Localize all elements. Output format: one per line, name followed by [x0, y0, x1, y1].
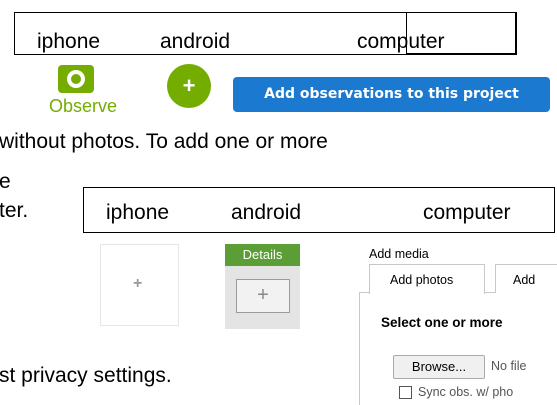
doc-text-line4: st privacy settings. — [0, 364, 172, 387]
android-add-button[interactable]: + — [167, 64, 211, 108]
no-file-label: No file — [491, 359, 527, 373]
camera-icon — [58, 65, 94, 93]
tab-add-other-label: Add — [513, 273, 536, 287]
observe-label: Observe — [49, 96, 118, 116]
top-label-android: android — [160, 30, 231, 53]
iphone-add-photo-box[interactable]: + — [100, 244, 179, 326]
details-add-button[interactable]: + — [236, 279, 290, 313]
sync-label: Sync obs. w/ pho — [418, 385, 514, 399]
plus-icon: + — [133, 275, 143, 292]
mid-label-iphone: iphone — [106, 201, 170, 224]
browse-button[interactable]: Browse... — [393, 355, 485, 379]
top-label-computer: computer — [357, 30, 445, 53]
observe-button[interactable]: Observe — [10, 57, 140, 129]
doc-text-line2: e — [0, 170, 11, 193]
top-label-iphone: iphone — [37, 30, 101, 53]
sync-checkbox[interactable] — [399, 386, 412, 399]
doc-text-line1: without photos. To add one or more — [0, 130, 328, 153]
select-one-or-more-label: Select one or more — [381, 315, 503, 330]
tab-add-other[interactable]: Add — [495, 264, 557, 293]
tab-add-photos-label: Add photos — [390, 273, 454, 287]
mid-label-computer: computer — [423, 201, 511, 224]
mid-label-android: android — [231, 201, 302, 224]
add-observations-button[interactable]: Add observations to this project — [233, 77, 550, 112]
doc-text-line3: ter. — [0, 199, 29, 222]
details-header: Details — [225, 244, 300, 266]
add-media-heading: Add media — [369, 247, 429, 261]
tab-add-photos[interactable]: Add photos — [369, 264, 485, 294]
android-details-panel: Details + — [225, 244, 300, 329]
